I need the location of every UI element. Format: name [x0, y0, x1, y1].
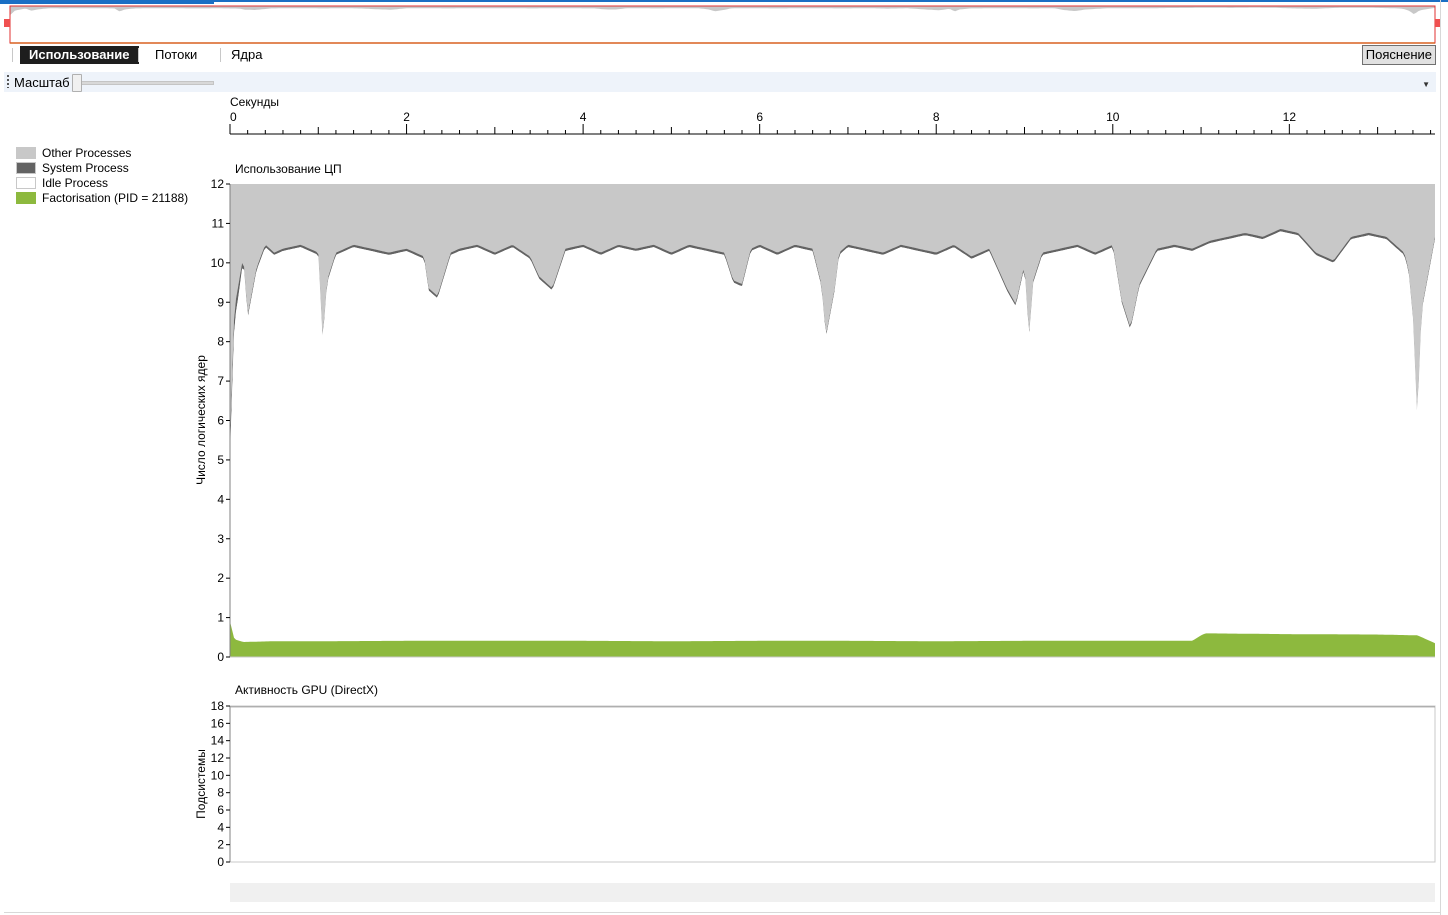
gpu-y-tick-label: 12 [211, 751, 225, 765]
overview-handle-left[interactable] [4, 19, 10, 27]
bottom-border [4, 912, 1440, 913]
overview-selection[interactable] [9, 5, 1436, 44]
cpu-y-tick-label: 0 [217, 650, 224, 664]
time-tick-label: 10 [1106, 110, 1120, 124]
legend-item-system-process[interactable]: System Process [16, 161, 188, 176]
view-tabs: Использование Потоки Ядра Пояснение [8, 44, 1438, 66]
toolbar-overflow-icon[interactable]: ▼ [1422, 80, 1430, 89]
zoom-slider-track[interactable] [72, 81, 214, 85]
tab-threads[interactable]: Потоки [146, 46, 206, 64]
gpu-y-tick-label: 10 [211, 768, 225, 782]
series-factorisation [230, 621, 1435, 657]
gpu-y-tick-label: 2 [217, 838, 224, 852]
overview-blue-bar [0, 0, 214, 4]
cpu-chart-title: Использование ЦП [235, 162, 342, 176]
tab-separator [220, 48, 221, 62]
gpu-y-tick-label: 6 [217, 803, 224, 817]
footer-scroll-strip[interactable] [230, 883, 1435, 902]
legend-item-other-processes[interactable]: Other Processes [16, 146, 188, 161]
tab-separator [138, 48, 139, 62]
gpu-y-tick-label: 18 [211, 699, 225, 713]
gpu-y-tick-label: 16 [211, 716, 225, 730]
series-idle-process [230, 231, 1435, 644]
gpu-y-tick-label: 14 [211, 734, 225, 748]
time-tick-label: 6 [756, 110, 763, 124]
cpu-y-tick-label: 12 [211, 177, 225, 191]
gpu-chart-title: Активность GPU (DirectX) [235, 683, 378, 697]
tab-separator [12, 48, 13, 62]
cpu-y-tick-label: 9 [217, 295, 224, 309]
time-axis-title: Секунды [230, 95, 279, 109]
zoom-label: Масштаб [14, 75, 70, 90]
time-axis-ticks: 0 2 4 6 8 10 12 [229, 110, 1432, 134]
legend-label: Idle Process [42, 176, 109, 190]
gpu-plot-frame [229, 705, 1436, 863]
legend-label: Factorisation (PID = 21188) [42, 191, 189, 205]
gpu-y-axis-title: Подсистемы [194, 749, 208, 819]
time-tick-label: 4 [580, 110, 587, 124]
time-tick-label: 12 [1283, 110, 1297, 124]
explain-button[interactable]: Пояснение [1361, 45, 1436, 65]
legend-item-factorisation[interactable]: Factorisation (PID = 21188) [16, 191, 188, 206]
overview-cpu-area [10, 6, 1435, 16]
legend-swatch-idle [16, 177, 36, 189]
cpu-y-tick-label: 2 [217, 571, 224, 585]
time-tick-label: 2 [403, 110, 410, 124]
cpu-y-axis-title: Число логических ядер [194, 355, 208, 485]
cpu-y-tick-label: 5 [217, 453, 224, 467]
cpu-series [230, 184, 1435, 657]
series-system-process [230, 229, 1435, 456]
tab-cores[interactable]: Ядра [222, 46, 271, 64]
right-border [1440, 0, 1441, 915]
gpu-y-ticks: 0 2 4 6 8 10 12 14 16 18 [211, 699, 230, 869]
cpu-y-tick-label: 6 [217, 414, 224, 428]
legend: Other Processes System Process Idle Proc… [16, 146, 188, 206]
overview-blue-bar-right [214, 0, 1448, 2]
cpu-y-tick-label: 10 [211, 256, 225, 270]
time-tick-label: 0 [230, 110, 237, 124]
cpu-y-ticks: 0123456789101112 [211, 177, 230, 664]
cpu-y-tick-label: 7 [217, 374, 224, 388]
legend-swatch-factorisation [16, 192, 36, 204]
zoom-toolbar: Масштаб ▼ [4, 72, 1436, 92]
gpu-y-tick-label: 4 [217, 820, 224, 834]
timeline-overview[interactable] [0, 0, 1448, 46]
cpu-y-tick-label: 3 [217, 532, 224, 546]
cpu-y-tick-label: 1 [217, 611, 224, 625]
cpu-y-tick-label: 8 [217, 335, 224, 349]
zoom-slider-thumb[interactable] [72, 74, 82, 92]
tab-usage[interactable]: Использование [20, 46, 139, 64]
cpu-y-tick-label: 4 [217, 492, 224, 506]
toolbar-grip-icon[interactable] [7, 75, 9, 88]
time-tick-label: 8 [933, 110, 940, 124]
legend-label: System Process [42, 161, 129, 175]
cpu-y-tick-label: 11 [212, 216, 225, 230]
gpu-y-tick-label: 8 [217, 786, 224, 800]
legend-swatch-system [16, 162, 36, 174]
series-other-processes [230, 184, 1435, 441]
charts-canvas: Секунды 0 2 4 6 8 10 12 Использование ЦП 01234… [194, 95, 1436, 869]
legend-label: Other Processes [42, 146, 132, 160]
legend-item-idle-process[interactable]: Idle Process [16, 176, 188, 191]
gpu-y-tick-label: 0 [217, 855, 224, 869]
legend-swatch-other [16, 147, 36, 159]
